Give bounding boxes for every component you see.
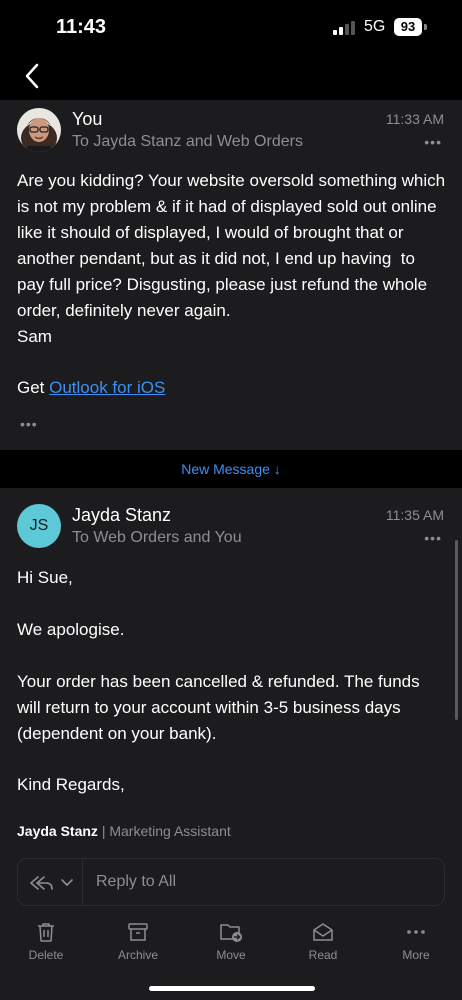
archive-icon bbox=[128, 923, 148, 941]
avatar[interactable] bbox=[17, 108, 61, 152]
recipients[interactable]: To Web Orders and You bbox=[72, 529, 242, 547]
new-message-button[interactable]: New Message ↓ bbox=[181, 461, 281, 477]
outlook-footer: Get Outlook for iOS bbox=[17, 375, 447, 401]
chevron-left-icon bbox=[25, 63, 39, 89]
outlook-link[interactable]: Outlook for iOS bbox=[49, 378, 165, 397]
signature: Jayda Stanz | Marketing Assistant bbox=[17, 823, 231, 839]
sender-name: Jayda Stanz bbox=[72, 505, 172, 525]
message-more-icon[interactable]: ••• bbox=[424, 134, 442, 150]
delete-button[interactable]: Delete bbox=[6, 920, 86, 962]
message-card-jayda: JS Jayda Stanz To Web Orders and You 11:… bbox=[0, 488, 462, 848]
home-indicator[interactable] bbox=[149, 986, 315, 991]
message-closing: Kind Regards, bbox=[17, 775, 125, 794]
signature-name: Jayda Stanz bbox=[17, 823, 98, 839]
message-body: Are you kidding? Your website oversold s… bbox=[17, 171, 446, 346]
signature-separator: | bbox=[97, 823, 110, 839]
message-card-you: You To Jayda Stanz and Web Orders 11:33 … bbox=[0, 100, 462, 450]
folder-move-icon bbox=[220, 924, 242, 942]
reply-divider bbox=[82, 859, 83, 905]
signature-title: Marketing Assistant bbox=[109, 823, 231, 839]
more-button[interactable]: More bbox=[376, 920, 456, 962]
message-time: 11:35 AM bbox=[385, 507, 444, 523]
message-line: We apologise. bbox=[17, 620, 125, 639]
move-label: Move bbox=[216, 948, 246, 962]
signal-icon bbox=[333, 21, 357, 35]
status-time: 11:43 bbox=[56, 16, 107, 38]
reply-all-icon bbox=[30, 876, 73, 890]
footer-prefix: Get bbox=[17, 378, 50, 397]
archive-button[interactable]: Archive bbox=[98, 920, 178, 962]
battery-tip bbox=[424, 24, 427, 30]
message-line: Your order has been cancelled & refunded… bbox=[17, 672, 425, 743]
trash-icon bbox=[38, 923, 54, 942]
avatar[interactable]: JS bbox=[17, 504, 61, 548]
reply-input[interactable]: Reply to All bbox=[96, 873, 176, 891]
reply-box[interactable]: Reply to All bbox=[17, 858, 445, 906]
archive-label: Archive bbox=[117, 948, 158, 962]
message-more-icon[interactable]: ••• bbox=[424, 530, 442, 546]
recipients[interactable]: To Jayda Stanz and Web Orders bbox=[72, 133, 303, 151]
expand-quoted-icon[interactable]: ••• bbox=[20, 416, 38, 432]
network-label: 5G bbox=[364, 18, 386, 35]
back-button[interactable] bbox=[14, 58, 50, 94]
action-toolbar: Delete Archive Move Read More bbox=[0, 920, 462, 964]
nav-bar bbox=[0, 56, 462, 100]
move-button[interactable]: Move bbox=[191, 920, 271, 962]
message-time: 11:33 AM bbox=[385, 111, 444, 127]
more-dots-icon bbox=[407, 930, 425, 934]
read-label: Read bbox=[308, 948, 338, 962]
scrollbar[interactable] bbox=[455, 540, 458, 720]
delete-label: Delete bbox=[28, 948, 64, 962]
battery-icon: 93 bbox=[394, 18, 422, 36]
sender-name: You bbox=[72, 109, 103, 129]
more-label: More bbox=[402, 948, 430, 962]
new-message-separator: New Message ↓ bbox=[0, 450, 462, 488]
message-greeting: Hi Sue, bbox=[17, 568, 73, 587]
read-button[interactable]: Read bbox=[283, 920, 363, 962]
envelope-open-icon bbox=[313, 923, 333, 941]
reply-all-toggle[interactable] bbox=[28, 871, 80, 895]
bottom-panel: Reply to All Delete Archive Move Read Mo… bbox=[0, 848, 462, 1000]
status-bar: 11:43 5G 93 bbox=[0, 0, 462, 56]
